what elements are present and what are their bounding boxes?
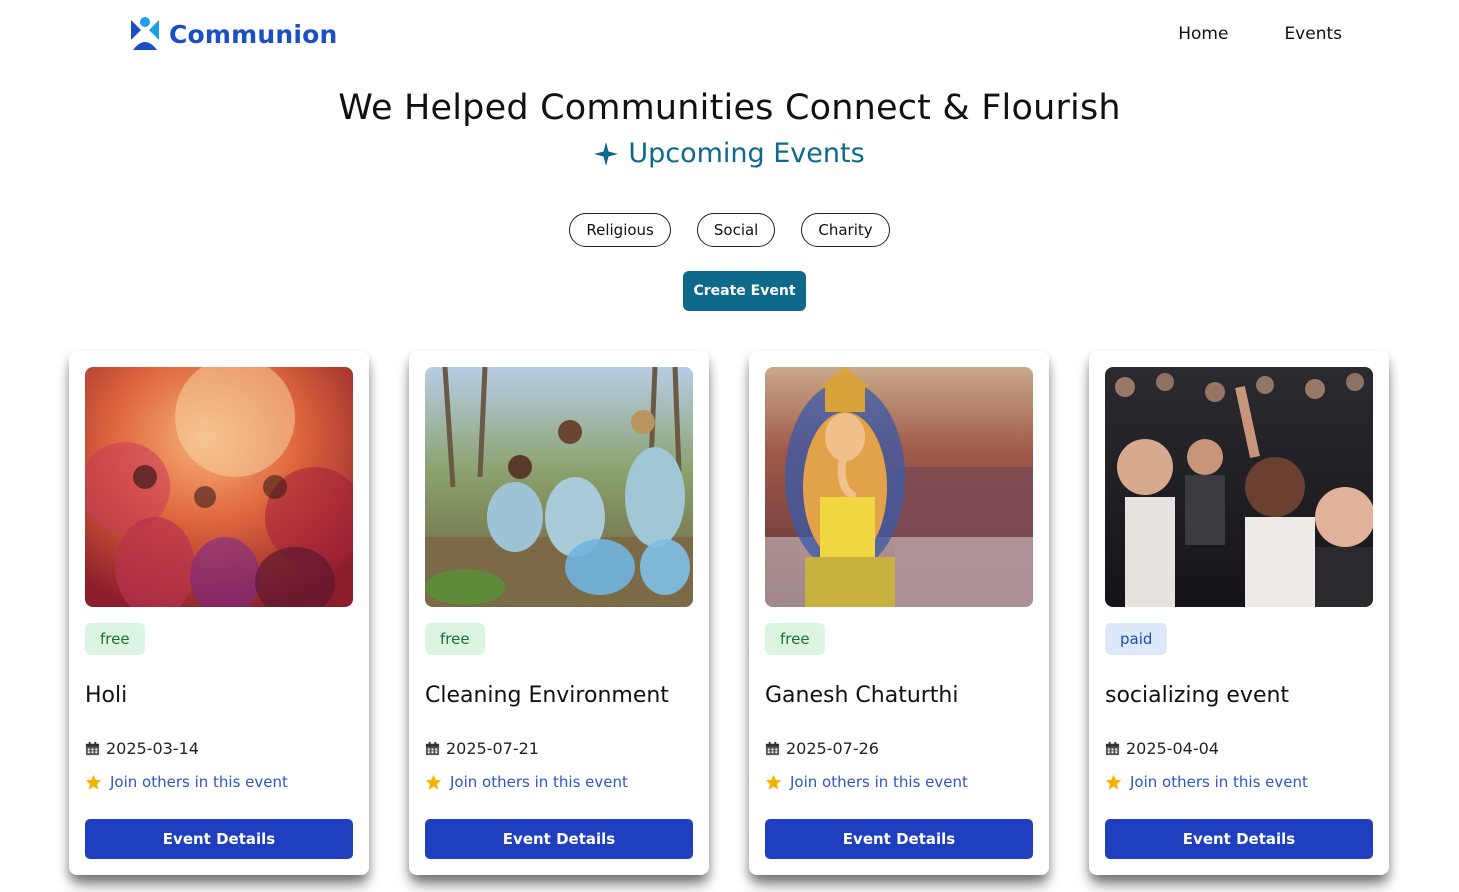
calendar-icon	[1105, 741, 1120, 756]
event-cards: free Holi 2025-03-14 Join others in this…	[69, 351, 1389, 875]
hero-subtitle-text: Upcoming Events	[628, 138, 865, 169]
event-date: 2025-03-14	[85, 739, 199, 758]
event-title: Holi	[85, 683, 128, 708]
navbar: Communion Home Events	[0, 0, 1459, 72]
calendar-icon	[425, 741, 440, 756]
event-details-button[interactable]: Event Details	[1105, 819, 1373, 859]
price-badge: paid	[1105, 623, 1168, 655]
filter-charity[interactable]: Charity	[801, 213, 890, 247]
event-date: 2025-04-04	[1105, 739, 1219, 758]
volunteers-cleanup-photo	[425, 367, 693, 607]
event-join-note: Join others in this event	[765, 773, 968, 791]
brand[interactable]: Communion	[129, 16, 338, 52]
event-title: Cleaning Environment	[425, 683, 669, 708]
event-details-button[interactable]: Event Details	[425, 819, 693, 859]
nav-home-link[interactable]: Home	[1178, 24, 1228, 44]
event-card: paid socializing event 2025-04-04 Join o…	[1089, 351, 1389, 875]
filter-religious[interactable]: Religious	[569, 213, 671, 247]
event-date-text: 2025-04-04	[1126, 739, 1219, 758]
event-join-text: Join others in this event	[1130, 773, 1308, 791]
event-join-text: Join others in this event	[790, 773, 968, 791]
event-join-note: Join others in this event	[85, 773, 288, 791]
event-title: Ganesh Chaturthi	[765, 683, 959, 708]
event-details-button[interactable]: Event Details	[765, 819, 1033, 859]
price-badge: free	[765, 623, 825, 655]
event-date: 2025-07-26	[765, 739, 879, 758]
nav-events-link[interactable]: Events	[1284, 24, 1342, 44]
event-card: free Ganesh Chaturthi 2025-07-26 Join ot…	[749, 351, 1049, 875]
brand-name: Communion	[169, 19, 338, 49]
calendar-icon	[85, 741, 100, 756]
star-icon	[765, 774, 782, 790]
event-join-note: Join others in this event	[425, 773, 628, 791]
hero-subtitle: Upcoming Events	[0, 138, 1459, 169]
event-details-button[interactable]: Event Details	[85, 819, 353, 859]
category-filters: Religious Social Charity	[0, 213, 1459, 247]
event-card: free Cleaning Environment 2025-07-21 Joi…	[409, 351, 709, 875]
nav-links: Home Events	[1178, 24, 1342, 44]
star-icon	[1105, 774, 1122, 790]
hero-title: We Helped Communities Connect & Flourish	[338, 88, 1121, 128]
event-date-text: 2025-03-14	[106, 739, 199, 758]
star-icon	[85, 774, 102, 790]
holi-festival-photo	[85, 367, 353, 607]
event-date-text: 2025-07-21	[446, 739, 539, 758]
event-join-text: Join others in this event	[450, 773, 628, 791]
concert-crowd-photo	[1105, 367, 1373, 607]
filter-social[interactable]: Social	[696, 213, 776, 247]
calendar-icon	[765, 741, 780, 756]
sparkle-icon	[594, 141, 619, 166]
price-badge: free	[425, 623, 485, 655]
communion-logo-icon	[131, 17, 159, 50]
event-title: socializing event	[1105, 683, 1290, 708]
event-date: 2025-07-21	[425, 739, 539, 758]
event-join-text: Join others in this event	[110, 773, 288, 791]
create-event-button[interactable]: Create Event	[683, 271, 806, 311]
ganesh-idol-procession-photo	[765, 367, 1033, 607]
star-icon	[425, 774, 442, 790]
price-badge: free	[85, 623, 145, 655]
event-join-note: Join others in this event	[1105, 773, 1308, 791]
event-card: free Holi 2025-03-14 Join others in this…	[69, 351, 369, 875]
event-date-text: 2025-07-26	[786, 739, 879, 758]
